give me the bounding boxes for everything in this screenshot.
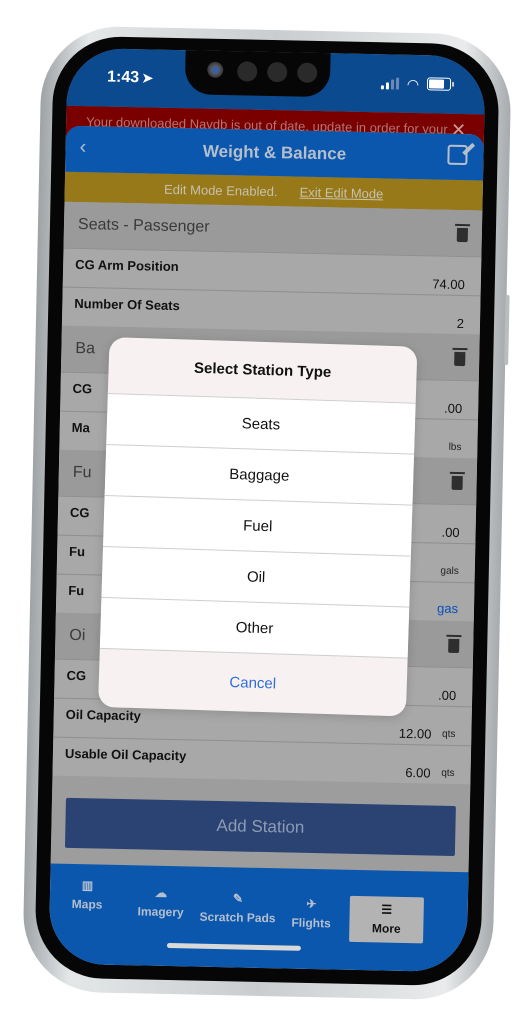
side-button — [504, 294, 510, 366]
dialog-title: Select Station Type — [193, 359, 332, 381]
phone-frame: 1:43 ➤ ◠ Your downloaded Navdb is out of … — [21, 25, 513, 1001]
phone-bezel: 1:43 ➤ ◠ Your downloaded Navdb is out of … — [34, 35, 500, 987]
select-station-type-dialog: Select Station Type Seats Baggage Fuel O… — [97, 337, 418, 717]
cancel-button[interactable]: Cancel — [97, 647, 408, 717]
screen: 1:43 ➤ ◠ Your downloaded Navdb is out of … — [48, 47, 486, 973]
modal-overlay: Select Station Type Seats Baggage Fuel O… — [49, 48, 486, 973]
